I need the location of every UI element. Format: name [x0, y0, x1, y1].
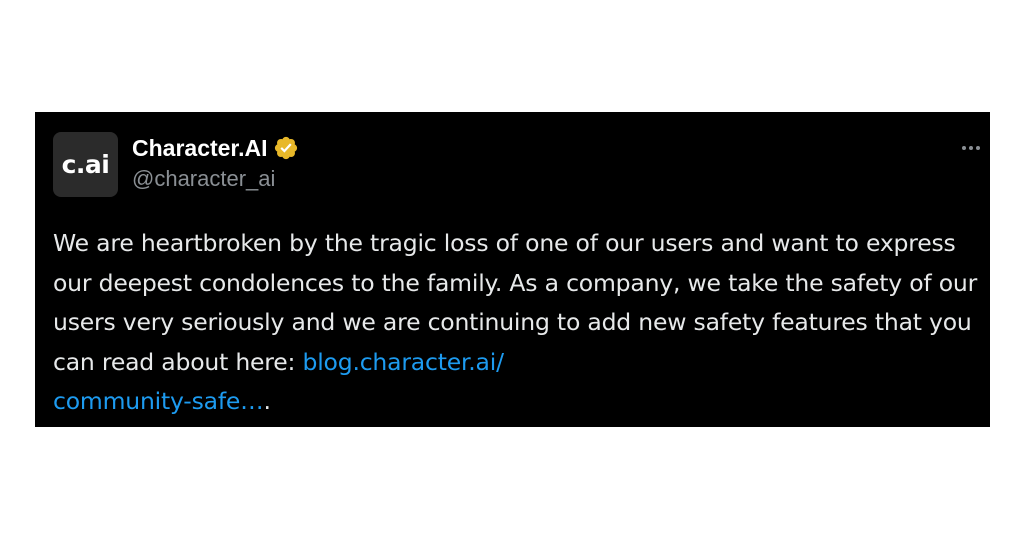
display-name[interactable]: Character.AI [132, 134, 268, 162]
user-handle[interactable]: @character_ai [132, 165, 299, 193]
more-dot-icon [962, 146, 966, 150]
more-dot-icon [976, 146, 980, 150]
tweet-body-end: . [263, 387, 271, 415]
page: c.ai Character.AI @character_ai We are h… [0, 0, 1024, 539]
verified-badge-icon[interactable] [273, 135, 299, 161]
more-options-button[interactable] [956, 136, 986, 160]
blog-link-line-1[interactable]: blog.character.ai/ [303, 348, 505, 376]
more-dot-icon [969, 146, 973, 150]
tweet-card: c.ai Character.AI @character_ai We are h… [35, 112, 990, 427]
avatar-logo-text: c.ai [61, 150, 110, 179]
tweet-header: Character.AI @character_ai [132, 134, 299, 193]
avatar[interactable]: c.ai [53, 132, 118, 197]
blog-link-line-2[interactable]: community-safe… [53, 387, 264, 415]
tweet-text: We are heartbroken by the tragic loss of… [53, 224, 978, 422]
tweet-body-text: We are heartbroken by the tragic loss of… [53, 229, 978, 376]
name-row: Character.AI [132, 134, 299, 162]
